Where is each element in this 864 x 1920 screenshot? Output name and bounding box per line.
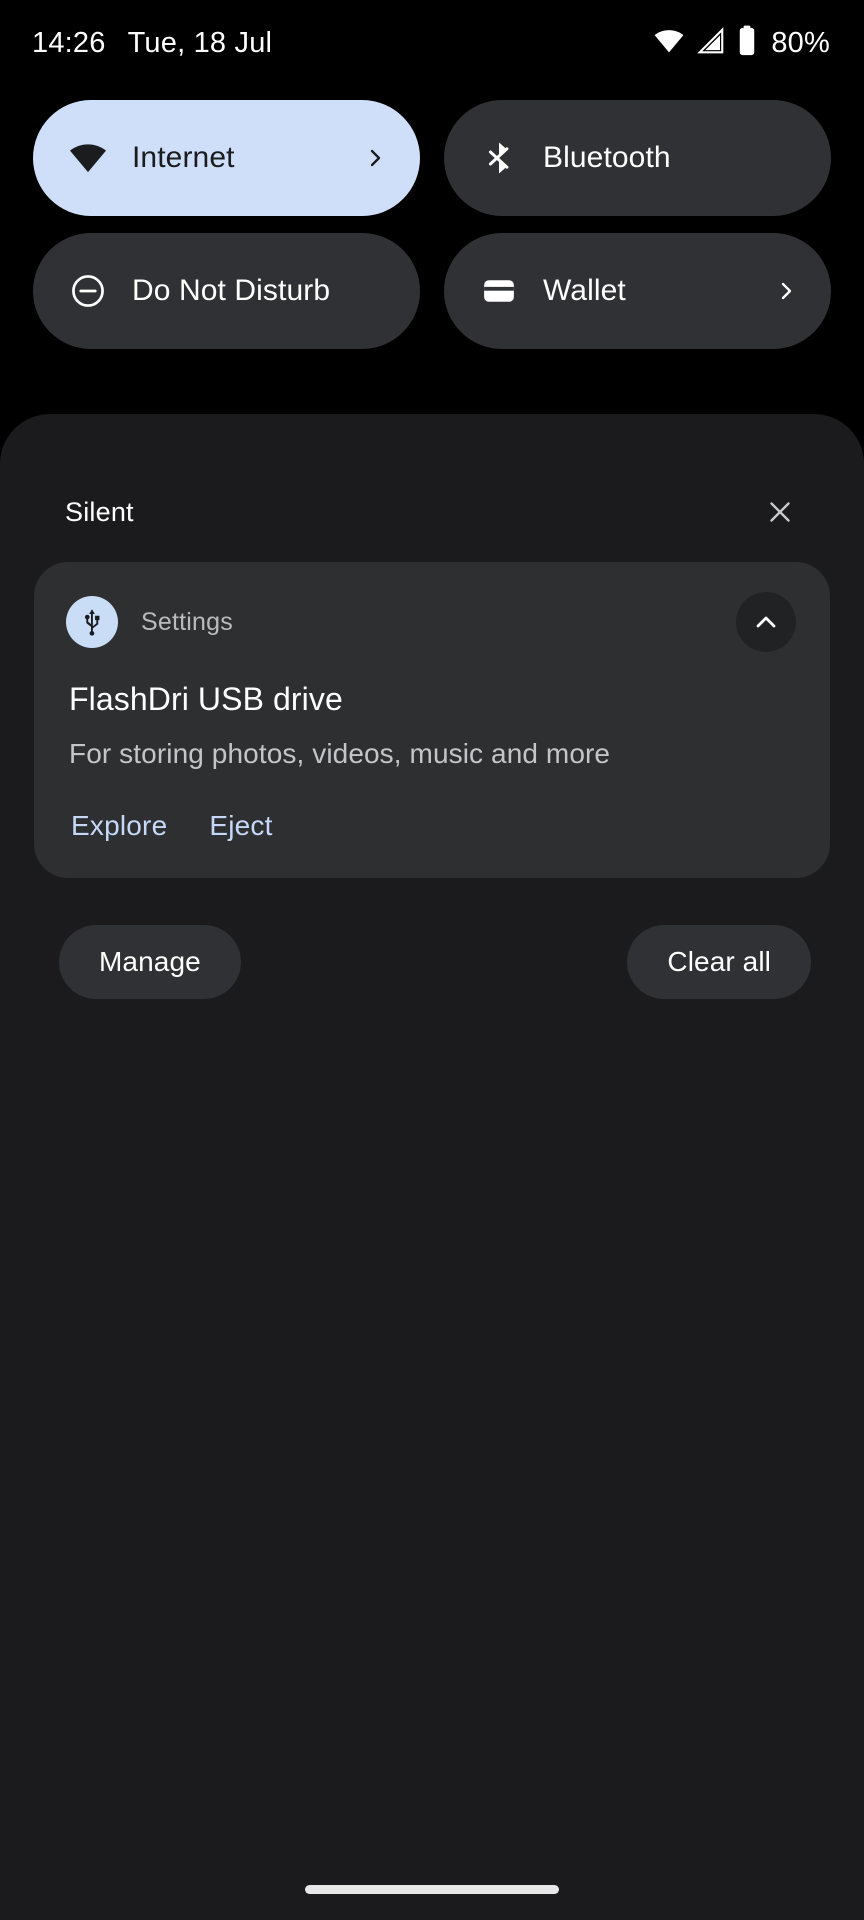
- battery-icon: [737, 25, 757, 61]
- notification-app-name: Settings: [141, 607, 233, 636]
- usb-icon: [66, 596, 118, 648]
- home-gesture-bar[interactable]: [305, 1884, 559, 1894]
- status-bar-date: Tue, 18 Jul: [127, 26, 273, 59]
- quick-settings-row-1: Internet Bluetooth: [33, 100, 831, 216]
- notification-panel: Silent Settings FlashDri USB drive For s…: [0, 414, 864, 1920]
- status-bar: 14:26 Tue, 18 Jul 80%: [0, 0, 864, 86]
- status-bar-left: 14:26 Tue, 18 Jul: [32, 27, 272, 60]
- explore-button[interactable]: Explore: [67, 808, 171, 844]
- silent-section-header: Silent: [34, 462, 830, 562]
- notification-actions: Explore Eject: [67, 808, 796, 844]
- qs-tile-wallet[interactable]: Wallet: [444, 233, 831, 349]
- qs-tile-label-bluetooth: Bluetooth: [543, 141, 671, 174]
- notification-card-usb-drive[interactable]: Settings FlashDri USB drive For storing …: [34, 562, 830, 878]
- notification-body-text: For storing photos, videos, music and mo…: [69, 738, 611, 769]
- status-bar-clock: 14:26: [32, 26, 106, 59]
- quick-settings-panel: Internet Bluetooth Do Not Disturb Wallet: [0, 100, 864, 366]
- notification-footer: Manage Clear all: [34, 925, 830, 999]
- do-not-disturb-icon: [67, 270, 109, 312]
- clear-all-button[interactable]: Clear all: [627, 925, 811, 999]
- wifi-icon: [653, 25, 685, 62]
- chevron-right-icon[interactable]: [773, 278, 799, 304]
- qs-tile-label-do-not-disturb: Do Not Disturb: [132, 274, 331, 307]
- qs-tile-do-not-disturb[interactable]: Do Not Disturb: [33, 233, 420, 349]
- wallet-card-icon: [478, 270, 520, 312]
- quick-settings-row-2: Do Not Disturb Wallet: [33, 233, 831, 349]
- chevron-up-icon[interactable]: [736, 592, 796, 652]
- silent-section-label: Silent: [65, 496, 134, 527]
- qs-tile-label-wallet: Wallet: [543, 274, 626, 307]
- notification-header: Settings: [66, 592, 796, 652]
- android-notification-shade: 14:26 Tue, 18 Jul 80% Internet Bluetooth…: [0, 0, 864, 1920]
- bluetooth-icon: [478, 137, 520, 179]
- navigation-bar: [0, 1858, 864, 1920]
- close-icon[interactable]: [760, 492, 800, 532]
- cellular-signal-icon: [696, 26, 726, 61]
- status-bar-right: 80%: [653, 25, 830, 62]
- chevron-right-icon[interactable]: [362, 145, 388, 171]
- wifi-icon: [67, 137, 109, 179]
- notification-title: FlashDri USB drive: [69, 681, 343, 717]
- qs-tile-bluetooth[interactable]: Bluetooth: [444, 100, 831, 216]
- battery-percent-label: 80%: [771, 26, 830, 59]
- qs-tile-label-internet: Internet: [132, 141, 235, 174]
- qs-tile-internet[interactable]: Internet: [33, 100, 420, 216]
- manage-button[interactable]: Manage: [59, 925, 241, 999]
- eject-button[interactable]: Eject: [205, 808, 276, 844]
